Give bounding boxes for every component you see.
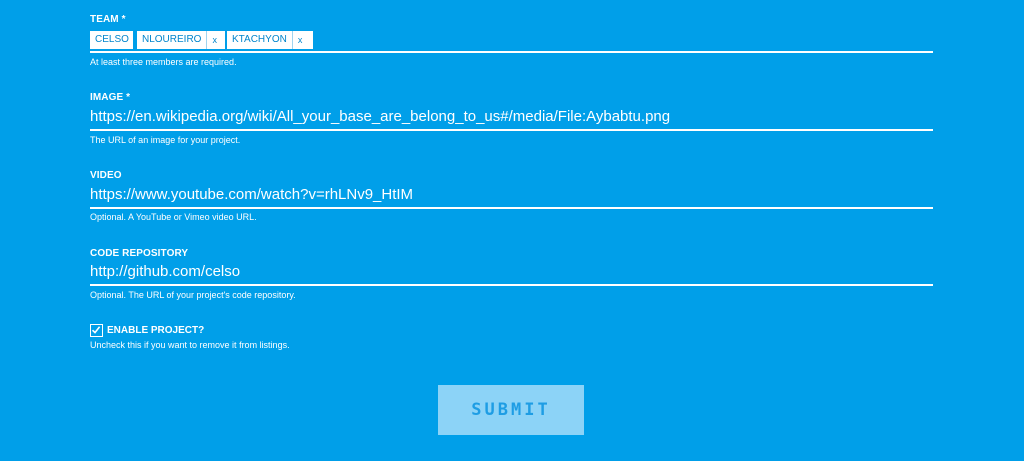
submit-button[interactable]: SUBMIT xyxy=(438,385,584,435)
team-tag-label: CELSO xyxy=(95,34,129,45)
enable-project-label[interactable]: ENABLE PROJECT? xyxy=(107,325,204,337)
code-repository-input[interactable]: http://github.com/celso xyxy=(90,262,933,286)
team-tag-celso: CELSO xyxy=(90,31,133,49)
team-tag-label: KTACHYON xyxy=(232,34,287,45)
team-tags-field[interactable]: CELSO NLOUREIRO x KTACHYON x xyxy=(90,30,933,53)
team-tag-ktachyon: KTACHYON x xyxy=(227,31,313,49)
remove-member-icon[interactable]: x xyxy=(206,31,222,49)
code-repository-label: CODE REPOSITORY xyxy=(90,248,189,259)
team-tag-label: NLOUREIRO xyxy=(142,34,202,45)
video-url-input[interactable]: https://www.youtube.com/watch?v=rhLNv9_H… xyxy=(90,185,933,209)
project-form: TEAM * CELSO NLOUREIRO x KTACHYON x At l… xyxy=(90,0,933,461)
video-help: Optional. A YouTube or Vimeo video URL. xyxy=(90,212,257,222)
image-help: The URL of an image for your project. xyxy=(90,135,241,145)
team-help: At least three members are required. xyxy=(90,57,237,67)
code-repository-help: Optional. The URL of your project's code… xyxy=(90,290,296,300)
video-label: VIDEO xyxy=(90,170,122,181)
checkmark-icon xyxy=(91,326,101,334)
remove-member-icon[interactable]: x xyxy=(291,31,308,49)
image-label: IMAGE * xyxy=(90,92,131,103)
team-label: TEAM * xyxy=(90,14,126,25)
enable-project-help: Uncheck this if you want to remove it fr… xyxy=(90,340,290,350)
enable-project-checkbox[interactable] xyxy=(90,324,103,337)
image-url-input[interactable]: https://en.wikipedia.org/wiki/All_your_b… xyxy=(90,107,933,131)
team-tag-nloureiro: NLOUREIRO x xyxy=(137,31,225,49)
